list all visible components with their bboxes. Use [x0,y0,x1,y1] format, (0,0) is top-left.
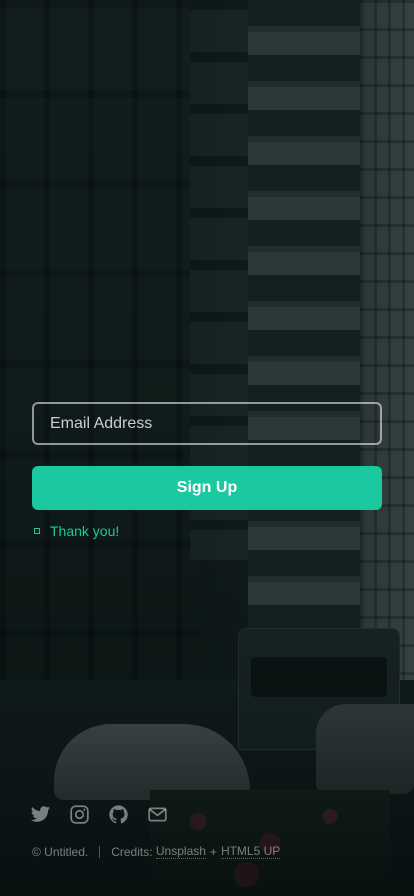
credit-link-unsplash[interactable]: Unsplash [155,844,206,859]
github-icon[interactable] [108,804,129,825]
social-icons [30,804,168,825]
twitter-icon[interactable] [30,804,51,825]
instagram-icon[interactable] [69,804,90,825]
copyright-text: © Untitled. [32,844,89,859]
credits-label: Credits: [111,844,153,859]
footer-separator [99,845,101,858]
email-field[interactable] [32,402,382,445]
credit-joiner: + [209,844,217,859]
message-text: Thank you! [50,523,120,539]
page: Sign Up Thank you! © Untitled. Credits: … [0,0,414,896]
signup-form: Sign Up Thank you! [32,402,382,541]
sign-up-button[interactable]: Sign Up [32,466,382,510]
footer-copyright: © Untitled. Credits: Unsplash + HTML5 UP [32,844,281,859]
envelope-icon[interactable] [147,804,168,825]
credit-link-html5up[interactable]: HTML5 UP [220,844,281,859]
form-message: Thank you! [32,521,382,541]
message-icon [34,528,40,534]
